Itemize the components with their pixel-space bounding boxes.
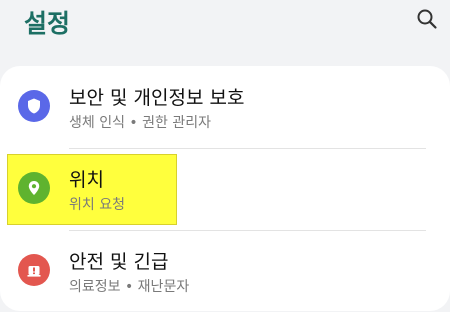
setting-subtitle: 생체 인식 • 권한 관리자 (69, 115, 211, 131)
setting-location[interactable]: 위치 위치 요청 (0, 148, 450, 230)
page-title: 설정 (24, 9, 71, 38)
search-icon (417, 9, 437, 29)
alert-icon (18, 254, 50, 286)
search-button[interactable] (414, 6, 440, 32)
location-pin-icon (18, 172, 50, 204)
setting-safety-emergency[interactable]: 안전 및 긴급 의료정보 • 재난문자 (0, 230, 450, 312)
settings-card: 보안 및 개인정보 보호 생체 인식 • 권한 관리자 위치 위치 요청 안전 … (0, 66, 450, 311)
setting-title: 보안 및 개인정보 보호 (69, 87, 245, 109)
setting-security-privacy[interactable]: 보안 및 개인정보 보호 생체 인식 • 권한 관리자 (0, 66, 450, 148)
setting-subtitle: 위치 요청 (69, 197, 125, 213)
setting-subtitle: 의료정보 • 재난문자 (69, 279, 190, 295)
setting-title: 위치 (69, 169, 104, 191)
setting-title: 안전 및 긴급 (69, 251, 169, 273)
shield-icon (18, 90, 50, 122)
